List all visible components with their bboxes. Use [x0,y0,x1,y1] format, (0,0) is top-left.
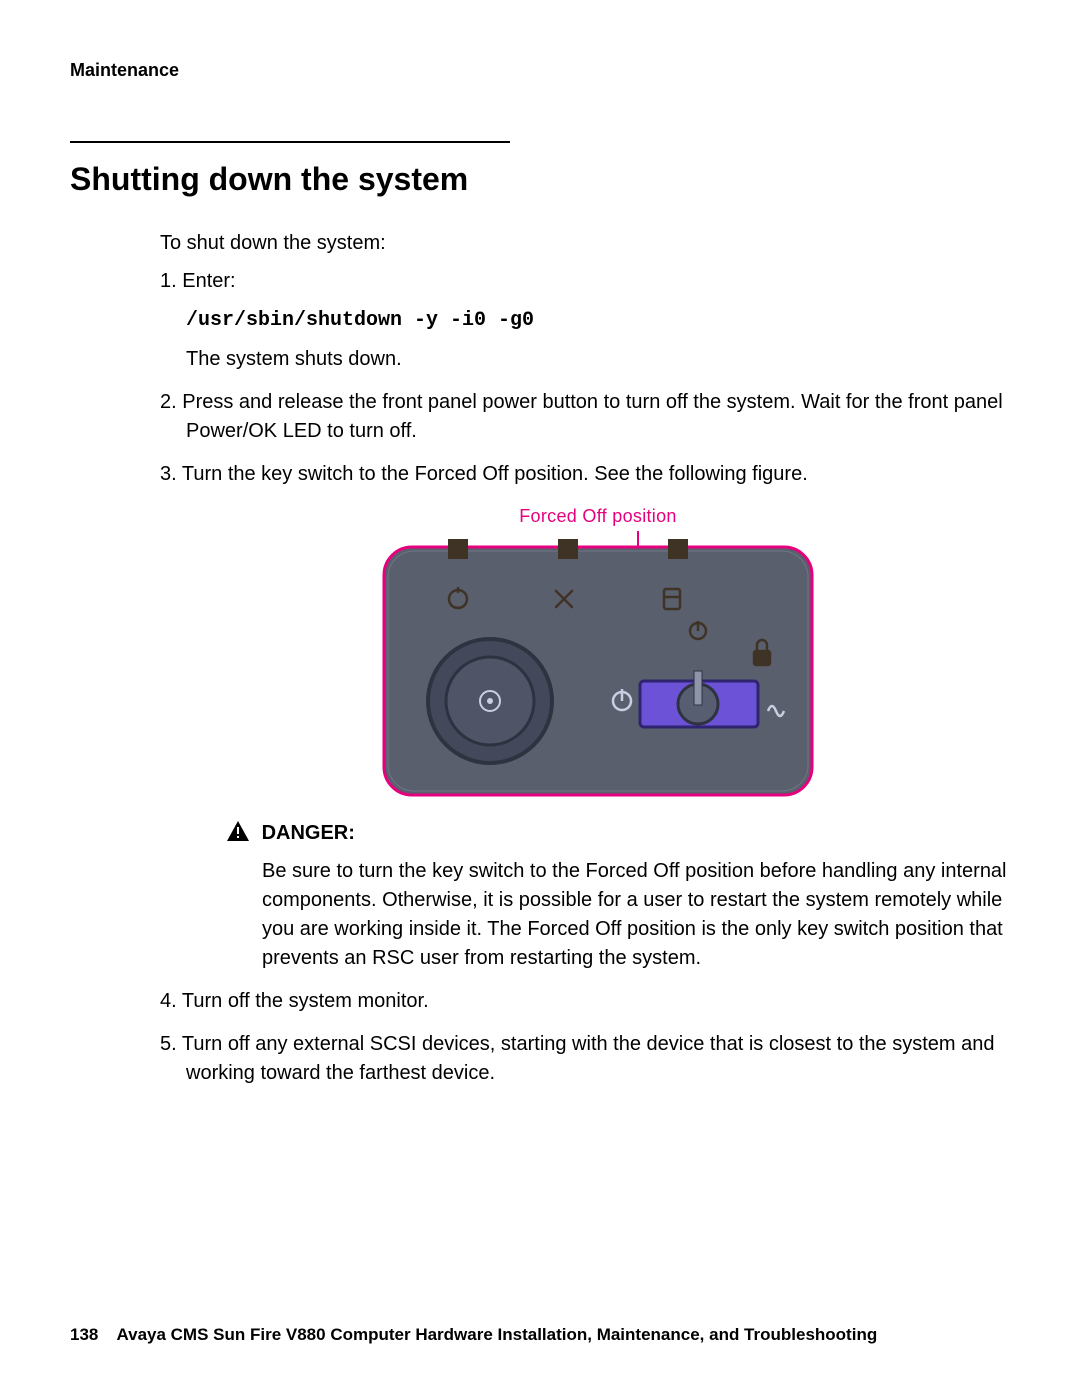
section-title: Shutting down the system [70,161,1010,198]
section-rule [70,141,510,143]
steps-list: 1. Enter: /usr/sbin/shutdown -y -i0 -g0 … [160,267,1010,1088]
step-3: 3. Turn the key switch to the Forced Off… [160,460,1010,973]
step-3-text: 3. Turn the key switch to the Forced Off… [160,463,808,485]
book-title: Avaya CMS Sun Fire V880 Computer Hardwar… [116,1325,877,1344]
step-4: 4. Turn off the system monitor. [160,987,1010,1016]
step-1-result: The system shuts down. [186,345,1010,374]
page-footer: 138 Avaya CMS Sun Fire V880 Computer Har… [70,1325,1010,1345]
danger-icon [226,820,250,851]
danger-label: DANGER: [262,822,355,844]
page-number: 138 [70,1325,98,1345]
shutdown-command: /usr/sbin/shutdown -y -i0 -g0 [186,306,1010,335]
step-5: 5. Turn off any external SCSI devices, s… [160,1030,1010,1088]
figure: Forced Off position [186,503,1010,801]
front-panel-figure [378,531,818,801]
chapter-label: Maintenance [70,60,1010,81]
figure-caption: Forced Off position [186,503,1010,529]
page: Maintenance Shutting down the system To … [0,0,1080,1397]
danger-body: Be sure to turn the key switch to the Fo… [262,857,1010,973]
step-2: 2. Press and release the front panel pow… [160,388,1010,446]
intro-text: To shut down the system: [160,232,1010,255]
step-1-label: 1. Enter: [160,270,236,292]
danger-block: DANGER: Be sure to turn the key switch t… [226,819,1010,973]
step-1: 1. Enter: /usr/sbin/shutdown -y -i0 -g0 … [160,267,1010,374]
